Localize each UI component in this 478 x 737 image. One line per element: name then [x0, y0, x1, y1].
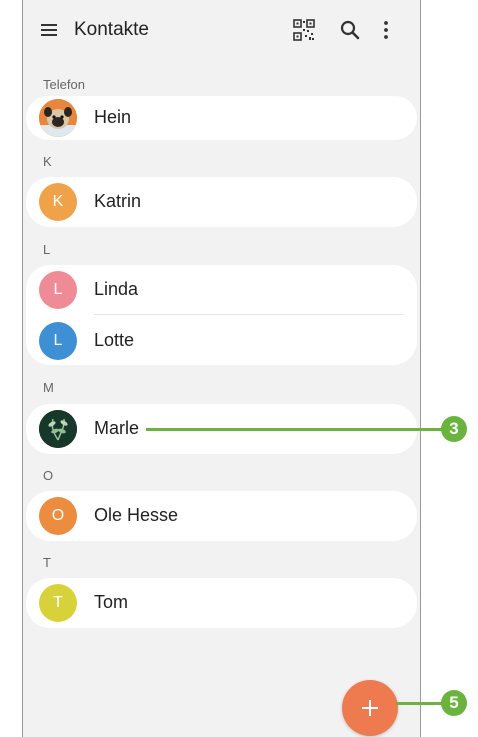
contact-row-tom[interactable]: T Tom: [26, 578, 417, 628]
contact-row-linda[interactable]: L Linda: [26, 265, 417, 315]
menu-icon[interactable]: [41, 24, 57, 37]
contact-card: Hein: [26, 96, 417, 140]
page-title: Kontakte: [74, 19, 149, 40]
contact-name: Marle: [94, 418, 140, 438]
search-icon[interactable]: [340, 20, 360, 40]
contact-card: L Linda L Lotte: [26, 265, 417, 365]
initial-avatar: L: [39, 322, 77, 360]
section-header-l: L: [43, 242, 51, 257]
contact-name: Hein: [94, 107, 132, 127]
contact-row-hein[interactable]: Hein: [26, 93, 417, 143]
dog-avatar: [39, 99, 77, 137]
plus-icon: [362, 700, 378, 716]
contact-row-lotte[interactable]: L Lotte: [26, 316, 417, 366]
contact-name: Ole Hesse: [94, 505, 179, 525]
section-header-t: T: [43, 555, 51, 570]
section-header-o: O: [43, 468, 54, 483]
add-contact-button[interactable]: [342, 680, 398, 736]
callout-badge-5: 5: [441, 690, 467, 716]
contact-name: Linda: [94, 279, 139, 299]
contact-row-ole-hesse[interactable]: O Ole Hesse: [26, 491, 417, 541]
contact-card: O Ole Hesse: [26, 491, 417, 541]
callout-line-3: [146, 428, 442, 431]
contacts-screen: Kontakte Telefon Hein K K Katrin L L Lin…: [22, 0, 421, 737]
initial-avatar: T: [39, 584, 77, 622]
initial-avatar: L: [39, 271, 77, 309]
app-bar: Kontakte: [23, 0, 420, 60]
callout-badge-3: 3: [441, 416, 467, 442]
contact-row-katrin[interactable]: K Katrin: [26, 177, 417, 227]
divider: [94, 314, 403, 315]
more-vertical-icon[interactable]: [382, 20, 390, 40]
contact-card: K Katrin: [26, 177, 417, 227]
initial-avatar: O: [39, 497, 77, 535]
contact-name: Tom: [94, 592, 129, 612]
section-header-m: M: [43, 380, 54, 395]
section-header-telefon: Telefon: [43, 77, 85, 92]
callout-line-5: [396, 702, 442, 705]
contact-name: Lotte: [94, 330, 135, 350]
initial-avatar: K: [39, 183, 77, 221]
contact-name: Katrin: [94, 191, 142, 211]
qr-code-icon[interactable]: [293, 19, 315, 41]
plant-avatar: [39, 410, 77, 448]
section-header-k: K: [43, 154, 52, 169]
contact-card: T Tom: [26, 578, 417, 628]
